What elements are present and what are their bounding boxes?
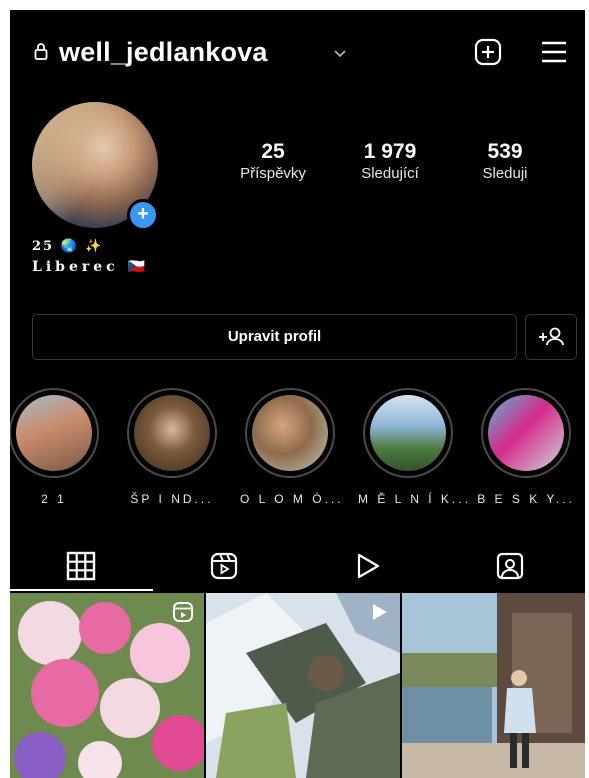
stat-followers-value: 1 979 bbox=[363, 140, 417, 163]
highlight-2[interactable]: ŠP I ND... bbox=[122, 388, 222, 506]
lock-icon bbox=[34, 43, 48, 60]
highlight-title: 2 1 bbox=[41, 492, 67, 506]
post-3[interactable] bbox=[402, 593, 585, 778]
stat-posts[interactable]: 25 Příspěvky bbox=[228, 140, 318, 184]
discover-people-button[interactable] bbox=[525, 314, 577, 360]
stat-following[interactable]: 539 Sleduji bbox=[460, 140, 550, 184]
tab-reels[interactable] bbox=[153, 540, 296, 592]
highlight-cover bbox=[134, 395, 210, 471]
highlight-5[interactable]: B E S K Y... bbox=[476, 388, 576, 506]
menu-icon[interactable] bbox=[540, 40, 568, 64]
add-story-badge[interactable]: + bbox=[127, 199, 159, 231]
tagged-icon bbox=[496, 552, 524, 580]
highlight-cover bbox=[16, 395, 92, 471]
highlight-4[interactable]: M Ě L N Í K... bbox=[358, 388, 471, 506]
edit-profile-button[interactable]: Upravit profil bbox=[32, 314, 517, 360]
posts-grid bbox=[10, 593, 585, 778]
add-person-icon bbox=[538, 327, 564, 345]
highlight-ring bbox=[481, 388, 571, 478]
highlight-3[interactable]: O L O M Ó... bbox=[240, 388, 344, 506]
tab-videos[interactable] bbox=[296, 540, 439, 592]
highlight-cover bbox=[370, 395, 446, 471]
add-post-icon[interactable] bbox=[474, 38, 502, 66]
profile-header: well_jedlankova bbox=[10, 32, 585, 76]
stat-posts-value: 25 bbox=[261, 140, 285, 163]
post-1[interactable] bbox=[10, 593, 204, 778]
highlight-cover bbox=[252, 395, 328, 471]
reels-icon bbox=[210, 552, 238, 580]
highlight-ring bbox=[127, 388, 217, 478]
video-icon bbox=[357, 553, 380, 579]
highlight-title: B E S K Y... bbox=[477, 492, 575, 506]
highlight-cover bbox=[488, 395, 564, 471]
highlight-title: M Ě L N Í K... bbox=[358, 492, 471, 506]
stat-followers[interactable]: 1 979 Sledující bbox=[340, 140, 440, 184]
username[interactable]: well_jedlankova bbox=[59, 37, 268, 68]
highlight-1[interactable]: 2 1 bbox=[10, 388, 104, 506]
tab-tagged[interactable] bbox=[439, 540, 582, 592]
grid-icon bbox=[66, 551, 96, 581]
stat-following-label: Sleduji bbox=[482, 165, 528, 182]
reels-badge-icon bbox=[173, 602, 193, 622]
stat-posts-label: Příspěvky bbox=[240, 165, 306, 182]
content-tabs bbox=[10, 540, 585, 592]
active-tab-indicator bbox=[10, 589, 153, 591]
bio-line-2: Liberec 🇨🇿 bbox=[32, 259, 149, 275]
post-2[interactable] bbox=[206, 593, 400, 778]
bio: 25 🌏 ✨ Liberec 🇨🇿 bbox=[32, 238, 149, 278]
chevron-down-icon[interactable] bbox=[334, 50, 346, 58]
highlight-title: ŠP I ND... bbox=[130, 492, 214, 506]
bio-line-1: 25 🌏 ✨ bbox=[32, 239, 104, 254]
tab-grid[interactable] bbox=[10, 540, 153, 592]
highlight-ring bbox=[245, 388, 335, 478]
profile-screen: well_jedlankova + 25 Příspěvky 1 979 Sle… bbox=[10, 10, 585, 778]
highlight-title: O L O M Ó... bbox=[240, 492, 344, 506]
post-image bbox=[402, 593, 585, 778]
highlight-ring bbox=[10, 388, 99, 478]
stat-following-value: 539 bbox=[487, 140, 523, 163]
stat-followers-label: Sledující bbox=[361, 165, 419, 182]
video-badge-icon bbox=[373, 604, 387, 620]
highlight-ring bbox=[363, 388, 453, 478]
